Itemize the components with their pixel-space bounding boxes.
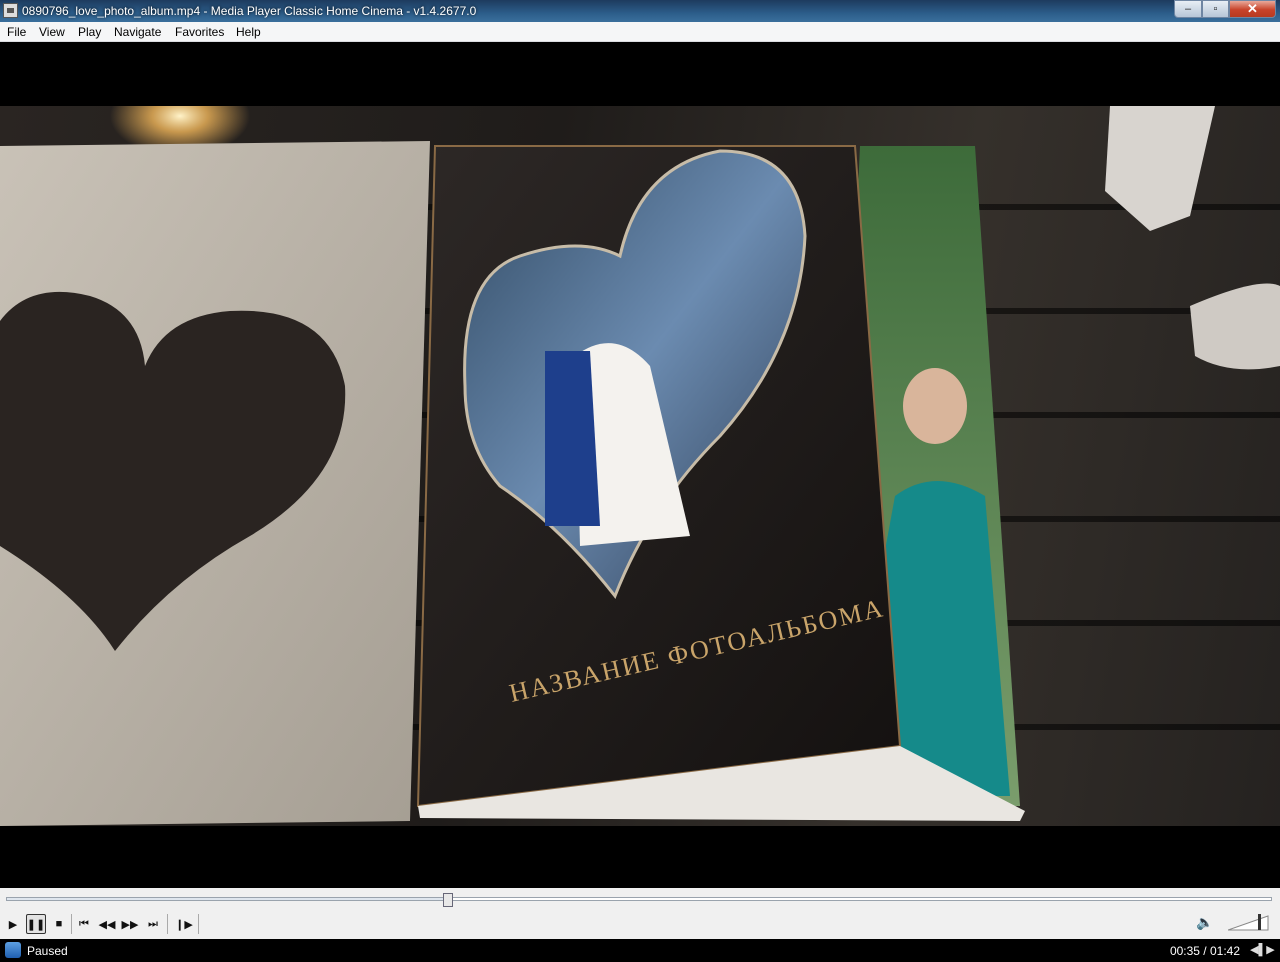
video-frame: НАЗВАНИЕ ФОТОАЛЬБОМА bbox=[0, 106, 1280, 826]
pause-icon: ❚❚ bbox=[26, 918, 46, 931]
previous-button[interactable]: ⏮ bbox=[74, 914, 94, 934]
seek-bar[interactable] bbox=[0, 888, 1280, 910]
next-button[interactable]: ⏭ bbox=[143, 914, 163, 934]
menu-view[interactable]: View bbox=[39, 25, 65, 39]
speaker-icon[interactable]: 🔈 bbox=[1196, 914, 1213, 930]
seek-progress bbox=[7, 898, 449, 900]
menu-favorites[interactable]: Favorites bbox=[175, 25, 224, 39]
title-bar: 0890796_love_photo_album.mp4 - Media Pla… bbox=[0, 0, 1280, 22]
stop-icon: ■ bbox=[55, 918, 63, 930]
frame-step-icon: ❙▶ bbox=[175, 918, 193, 931]
rewind-icon: ◀◀ bbox=[98, 918, 116, 931]
volume-thumb[interactable] bbox=[1258, 914, 1261, 930]
pause-button[interactable]: ❚❚ bbox=[26, 914, 46, 934]
skip-back-icon: ⏮ bbox=[79, 917, 89, 930]
controls-bar: ▶ ❚❚ ■ ⏮ ◀◀ ▶▶ ⏭ ❙▶ bbox=[0, 910, 1280, 939]
audio-channel-icon: ◀▌▶ bbox=[1250, 944, 1275, 956]
menu-navigate[interactable]: Navigate bbox=[114, 25, 161, 39]
menu-bar: File View Play Navigate Favorites Help bbox=[0, 22, 1280, 42]
separator bbox=[198, 914, 199, 934]
fast-forward-button[interactable]: ▶▶ bbox=[120, 914, 140, 934]
time-display[interactable]: 00:35 / 01:42 bbox=[1170, 944, 1240, 958]
play-icon: ▶ bbox=[8, 918, 18, 931]
frame-step-button[interactable]: ❙▶ bbox=[174, 914, 194, 934]
separator bbox=[167, 914, 168, 934]
menu-help[interactable]: Help bbox=[236, 25, 261, 39]
close-button[interactable]: ✕ bbox=[1229, 0, 1276, 18]
minimize-button[interactable]: – bbox=[1174, 0, 1202, 18]
window-title: 0890796_love_photo_album.mp4 - Media Pla… bbox=[22, 4, 477, 18]
menu-play[interactable]: Play bbox=[78, 25, 101, 39]
volume-slider[interactable] bbox=[1228, 912, 1272, 932]
video-area[interactable]: НАЗВАНИЕ ФОТОАЛЬБОМА bbox=[0, 42, 1280, 888]
status-bar: Paused 00:35 / 01:42 ◀▌▶ bbox=[0, 939, 1280, 962]
seek-track[interactable] bbox=[6, 897, 1272, 901]
playback-status: Paused bbox=[27, 944, 68, 958]
skip-forward-icon: ⏭ bbox=[148, 917, 158, 930]
video-frame-art bbox=[0, 106, 1280, 826]
rewind-button[interactable]: ◀◀ bbox=[97, 914, 117, 934]
fast-forward-icon: ▶▶ bbox=[121, 918, 139, 931]
play-button[interactable]: ▶ bbox=[3, 914, 23, 934]
separator bbox=[71, 914, 72, 934]
menu-file[interactable]: File bbox=[7, 25, 26, 39]
app-icon[interactable] bbox=[3, 3, 18, 18]
maximize-button[interactable]: ▫ bbox=[1202, 0, 1229, 18]
stop-button[interactable]: ■ bbox=[49, 914, 69, 934]
status-play-icon bbox=[5, 942, 21, 958]
seek-thumb[interactable] bbox=[442, 893, 453, 907]
